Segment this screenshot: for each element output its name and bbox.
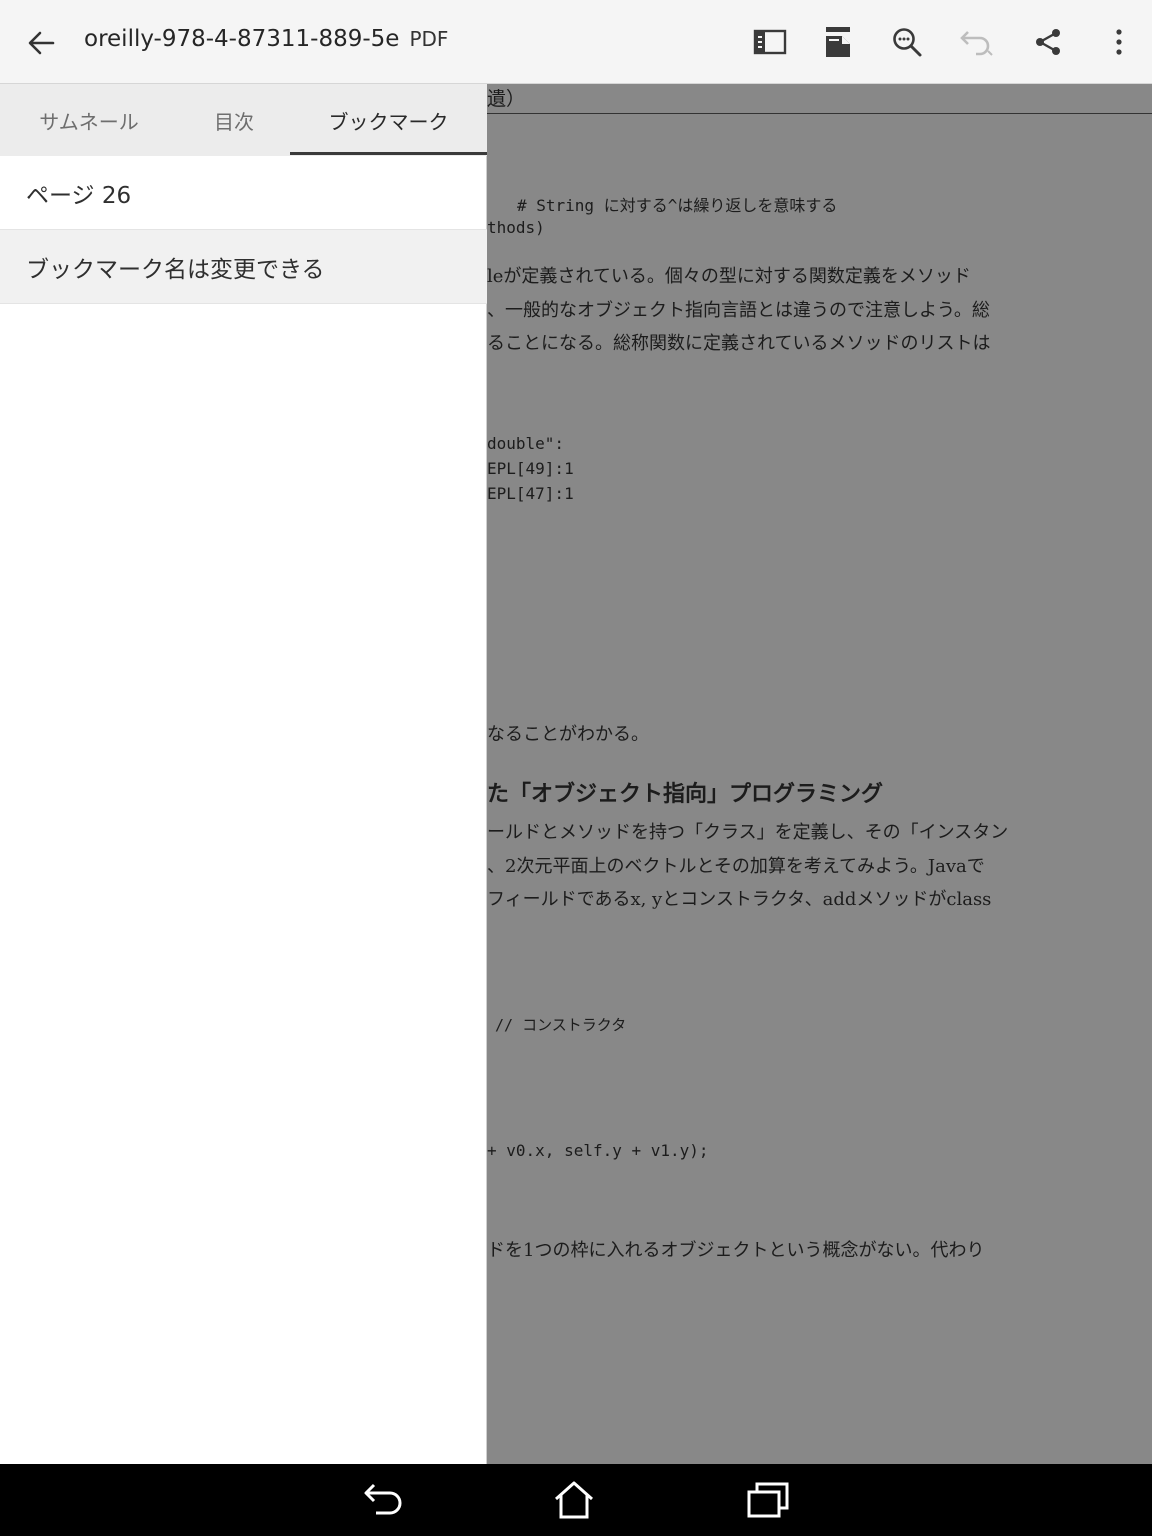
app-bar: oreilly-978-4-87311-889-5e PDF (0, 0, 1152, 84)
system-nav-bar (0, 1464, 1152, 1536)
doc-line: 遺） (487, 88, 526, 110)
doc-line: 、2次元平面上のベクトルとその加算を考えてみよう。Javaで (487, 856, 985, 877)
sidebar-toggle-icon[interactable] (746, 18, 794, 66)
more-vert-icon[interactable] (1095, 18, 1143, 66)
tab-table-of-contents[interactable]: 目次 (178, 84, 290, 156)
document-title: oreilly-978-4-87311-889-5e PDF (84, 26, 448, 52)
document-view[interactable]: 遺） # String に対する^は繰り返しを意味する thods) leが定義… (487, 84, 1152, 1464)
file-name: oreilly-978-4-87311-889-5e (84, 26, 400, 52)
doc-line: ールドとメソッドを持つ「クラス」を定義し、その「インスタン (487, 822, 1009, 843)
tab-thumbnails[interactable]: サムネール (0, 84, 178, 156)
doc-line: double": (487, 434, 565, 453)
search-icon[interactable] (883, 18, 931, 66)
doc-line: leが定義されている。個々の型に対する関数定義をメソッド (487, 266, 971, 287)
doc-heading: た「オブジェクト指向」プログラミング (487, 782, 884, 807)
doc-line: なることがわかる。 (487, 724, 649, 745)
file-type: PDF (409, 27, 449, 51)
doc-line: ることになる。総称関数に定義されているメソッドのリストは (487, 333, 991, 354)
bookmark-label: ページ 26 (26, 182, 132, 209)
doc-line: ドを1つの枠に入れるオブジェクトという概念がない。代わり (487, 1240, 985, 1261)
recent-apps-icon[interactable] (742, 1476, 794, 1524)
bookmark-label: ブックマーク名は変更できる (26, 256, 325, 283)
doc-line: + v0.x, self.y + v1.y); (487, 1141, 709, 1160)
doc-line: EPL[47]:1 (487, 484, 574, 503)
header-rule (487, 113, 1152, 114)
doc-line: # String に対する^は繰り返しを意味する (517, 196, 838, 215)
doc-line: // コンストラクタ (495, 1016, 627, 1034)
bookmark-item[interactable]: ページ 26 (0, 156, 487, 230)
tab-bookmarks[interactable]: ブックマーク (290, 84, 487, 156)
panel-tabs: サムネール 目次 ブックマーク (0, 84, 487, 156)
navigation-panel: サムネール 目次 ブックマーク ページ 26 ブックマーク名は変更できる (0, 84, 487, 1464)
back-nav-icon[interactable] (358, 1476, 410, 1524)
doc-line: フィールドであるx, yとコンストラクタ、addメソッドがclass (487, 889, 992, 910)
undo-icon[interactable] (953, 18, 1001, 66)
share-icon[interactable] (1024, 18, 1072, 66)
back-arrow-icon[interactable] (18, 20, 64, 66)
doc-line: thods) (487, 218, 545, 237)
active-tab-indicator (290, 152, 487, 155)
page-mode-icon[interactable] (814, 18, 862, 66)
home-icon[interactable] (548, 1476, 600, 1524)
doc-line: EPL[49]:1 (487, 459, 574, 478)
doc-line: 、一般的なオブジェクト指向言語とは違うので注意しよう。総 (487, 300, 990, 321)
bookmark-item[interactable]: ブックマーク名は変更できる (0, 230, 487, 304)
